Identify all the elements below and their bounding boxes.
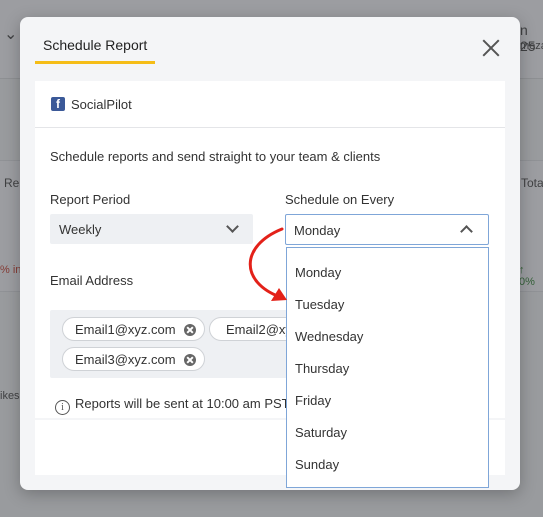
schedule-day-value: Monday (294, 223, 341, 238)
email-chip: Email3@xyz.com (62, 347, 205, 371)
day-option-wednesday[interactable]: Wednesday (287, 321, 488, 353)
info-message: i Reports will be sent at 10:00 am PST (55, 396, 290, 415)
day-option-saturday[interactable]: Saturday (287, 417, 488, 449)
day-option-friday[interactable]: Friday (287, 385, 488, 417)
brand-bar: f SocialPilot (35, 81, 505, 128)
email-input[interactable]: Email1@xyz.com Email2@xyz.com Email3@xyz… (50, 310, 295, 378)
day-option-thursday[interactable]: Thursday (287, 353, 488, 385)
brand-name: SocialPilot (71, 97, 132, 112)
schedule-day-dropdown: Monday Tuesday Wednesday Thursday Friday… (286, 247, 489, 488)
chevron-up-icon (460, 225, 473, 238)
email-address-label: Email Address (50, 273, 134, 288)
day-option-tuesday[interactable]: Tuesday (287, 289, 488, 321)
tab-schedule-report[interactable]: Schedule Report (35, 37, 156, 64)
email-chip-text: Email1@xyz.com (75, 322, 176, 337)
report-period-label: Report Period (50, 192, 131, 207)
chevron-down-icon (226, 220, 239, 233)
email-chip-text: Email3@xyz.com (75, 352, 176, 367)
close-icon[interactable] (482, 39, 500, 57)
remove-email-icon[interactable] (184, 354, 196, 366)
info-icon: i (55, 400, 70, 415)
report-period-select[interactable]: Weekly (50, 214, 253, 244)
email-chip: Email1@xyz.com (62, 317, 205, 341)
info-text: Reports will be sent at 10:00 am PST (75, 396, 290, 411)
email-chip: Email2@xyz.com (209, 317, 295, 341)
description-text: Schedule reports and send straight to yo… (50, 149, 381, 164)
modal-header: Schedule Report (20, 17, 520, 79)
facebook-icon: f (51, 97, 65, 111)
remove-email-icon[interactable] (184, 324, 196, 336)
report-period-value: Weekly (59, 222, 102, 237)
email-chip-text: Email2@xyz.com (226, 322, 295, 337)
day-option-sunday[interactable]: Sunday (287, 449, 488, 481)
schedule-day-select[interactable]: Monday (285, 214, 489, 245)
schedule-on-label: Schedule on Every (285, 192, 395, 207)
day-option-monday[interactable]: Monday (287, 257, 488, 289)
